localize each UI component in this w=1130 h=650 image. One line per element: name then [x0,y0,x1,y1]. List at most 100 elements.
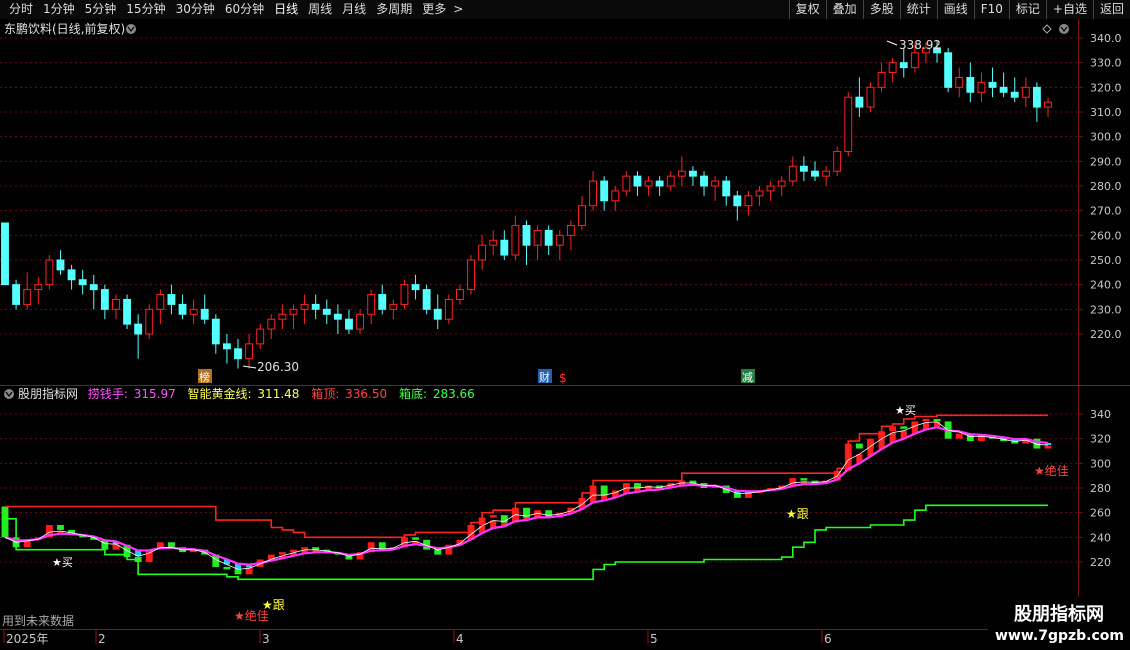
candle-body [722,180,731,197]
event-mark-finance[interactable]: 财 [538,369,552,384]
candle-body [145,308,154,335]
candle-body [910,52,919,69]
candle-body [766,185,775,192]
candle-body [744,195,753,207]
toolbar-button-4[interactable]: 画线 [936,0,974,19]
candle-body [78,279,87,286]
candle-body [167,294,176,305]
candle-body [677,170,686,177]
candle-body [500,239,509,256]
candle-body [566,224,575,236]
high-price-label: 338.92 [899,38,941,52]
watermark-url: www.7gpzb.com [995,628,1124,644]
candle-body [600,180,609,202]
main-axis-label: 250.0 [1090,254,1122,267]
ind-candle [223,566,231,570]
box-top-label: 箱顶: [311,386,339,401]
ind-candle [57,525,64,530]
period-tab-3[interactable]: 15分钟 [121,0,170,19]
candle-body [855,96,864,108]
date-label: 5 [650,632,658,646]
toolbar-button-7[interactable]: +自选 [1045,0,1093,19]
candle-body [589,180,598,207]
candle-body [245,343,254,360]
main-axis-label: 320.0 [1090,81,1122,94]
candle-body [788,165,797,182]
candle-body [522,224,531,246]
period-tab-0[interactable]: 分时 [4,0,38,19]
event-mark-rank[interactable]: 榜 [198,369,212,384]
toolbar-button-2[interactable]: 多股 [862,0,900,19]
candle-body [467,259,475,291]
ind-candle [900,426,908,429]
toolbar-button-3[interactable]: 统计 [899,0,937,19]
main-axis-label: 220.0 [1090,328,1122,341]
date-label: 3 [262,632,270,646]
date-label: 2 [98,632,106,646]
main-axis-label: 310.0 [1090,106,1122,119]
more-chevron-icon[interactable]: > [451,0,465,19]
candle-body [211,318,220,345]
candle-body [345,318,353,330]
candle-body [544,229,553,246]
indicator-name: 股朋指标网 [18,386,78,401]
watermark: 股朋指标网 www.7gpzb.com [988,597,1130,650]
period-tab-2[interactable]: 5分钟 [80,0,122,19]
ind-candle [744,492,752,498]
watermark-title: 股朋指标网 [1013,603,1104,625]
toolbar-button-6[interactable]: 标记 [1008,0,1046,19]
candle-body [478,244,487,261]
candle-body [422,289,431,310]
candle-body [267,318,276,330]
period-tab-10[interactable]: 更多 [417,0,451,19]
period-tab-9[interactable]: 多周期 [371,0,417,19]
candle-body [688,170,697,177]
date-label: 2025年 [6,632,49,646]
candle-body [67,269,76,281]
candle-body [455,289,464,300]
indicator-dropdown-icon[interactable] [4,389,14,399]
dropdown-icon[interactable] [126,24,136,34]
period-tab-7[interactable]: 周线 [303,0,337,19]
candle-body [433,308,442,320]
toolbar-right-buttons: 复权 叠加 多股 统计 画线 F10 标记 +自选 返回 [788,0,1130,19]
event-mark-reduce[interactable]: 减 [741,369,755,384]
candle-body [256,328,265,345]
date-label: 6 [824,632,832,646]
main-axis-label: 280.0 [1090,180,1122,193]
toolbar-button-5[interactable]: F10 [973,0,1009,19]
period-tab-6[interactable]: 日线 [269,0,303,19]
svg-text:榜: 榜 [199,370,210,384]
candle-body [389,303,398,310]
candle-body [1,222,9,286]
signal-follow-mid: ★跟 [786,507,809,521]
candle-body [611,190,620,202]
ind-candle [489,515,497,518]
candle-body [1021,86,1030,98]
toolbar-button-0[interactable]: 复权 [788,0,826,19]
candle-body [289,308,298,315]
candle-body [134,323,143,335]
candle-body [89,284,98,291]
candle-body [711,180,720,187]
candle-body [777,180,786,187]
period-tab-1[interactable]: 1分钟 [38,0,80,19]
period-tab-4[interactable]: 30分钟 [171,0,220,19]
kline-chart[interactable]: 340.0 330.0 320.0 310.0 300.0 290.0 280.0 270.0… [0,19,1130,650]
candle-body [578,205,586,226]
svg-text:减: 减 [742,371,753,384]
candle-body [733,195,742,207]
main-axis-label: 330.0 [1090,57,1122,70]
ind-candle [234,569,242,575]
candle-body [322,308,331,315]
ind-axis-label: 220 [1090,556,1111,569]
event-mark-dividend[interactable]: $ [559,371,567,385]
ind-candle [634,483,641,488]
low-price-label: 206.30 [257,360,299,374]
toolbar-button-8[interactable]: 返回 [1092,0,1130,19]
period-tab-8[interactable]: 月线 [337,0,371,19]
candle-body [34,284,43,291]
toolbar-button-1[interactable]: 叠加 [825,0,863,19]
ind-axis-label: 320 [1090,433,1111,446]
period-tab-5[interactable]: 60分钟 [220,0,269,19]
